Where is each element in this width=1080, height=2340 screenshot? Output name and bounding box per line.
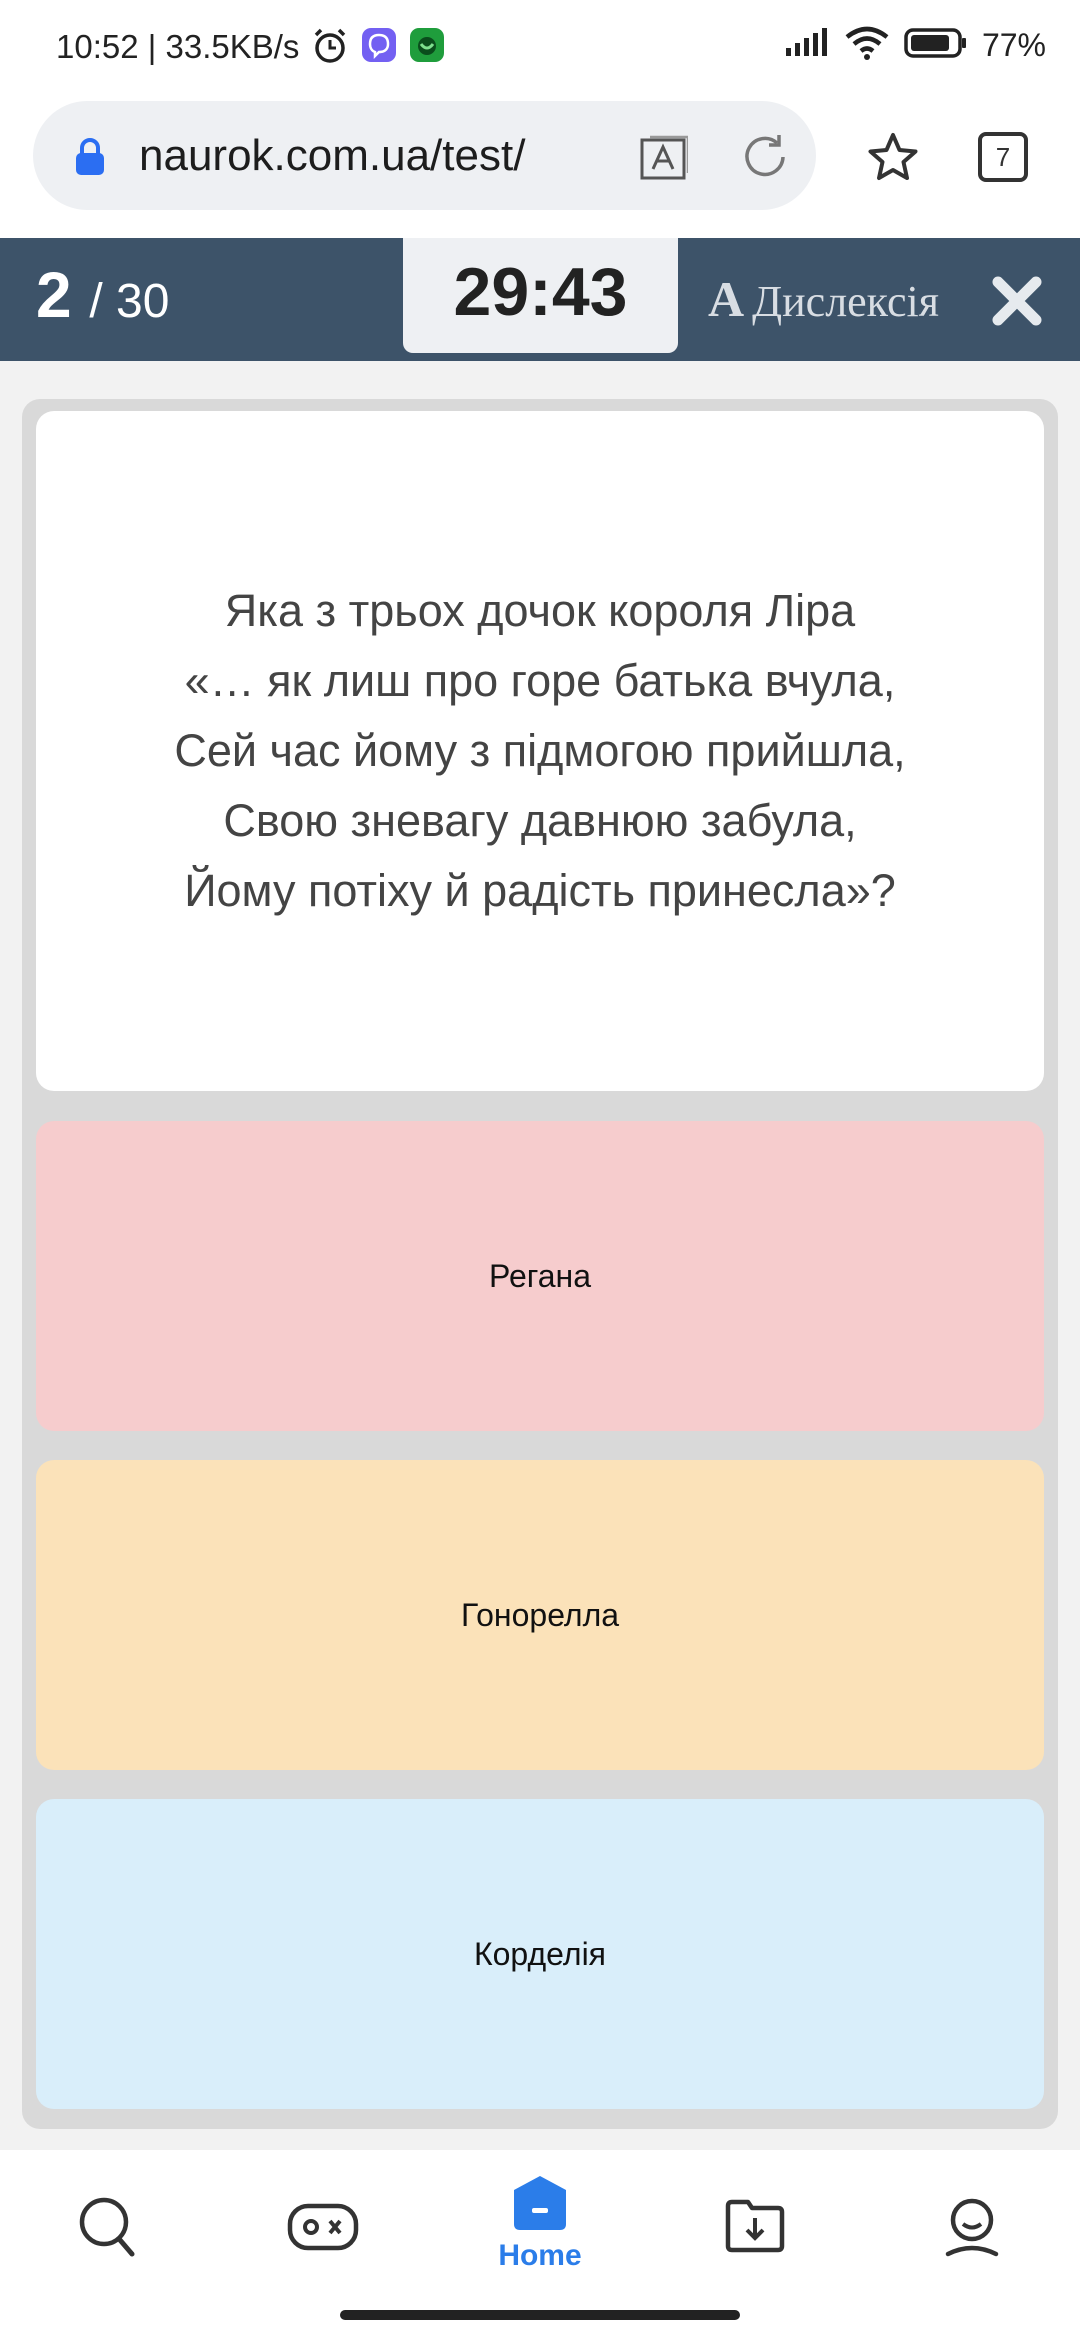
refresh-icon[interactable]: [739, 131, 791, 188]
profile-icon[interactable]: [942, 2196, 1002, 2263]
status-time-speed: 10:52 | 33.5KB/s: [56, 28, 300, 65]
question-line: «… як лиш про горе батька вчула,: [184, 655, 896, 706]
home-label: Home: [498, 2239, 582, 2272]
quiz-header: 2 / 30 29:43 A Дислексія: [0, 238, 1080, 361]
answer-option-kordelia[interactable]: Корделія: [36, 1799, 1044, 2109]
address-bar[interactable]: naurok.com.ua/test/: [33, 101, 816, 210]
home-icon: [510, 2176, 570, 2236]
answer-option-gonorella[interactable]: Гонорелла: [36, 1460, 1044, 1770]
alarm-icon: [310, 26, 350, 71]
dyslexia-toggle[interactable]: A Дислексія: [708, 270, 939, 328]
battery-icon: [904, 27, 968, 64]
close-icon[interactable]: [990, 274, 1044, 333]
answer-option-regana[interactable]: Регана: [36, 1121, 1044, 1431]
question-line: Сей час йому з підмогою прийшла,: [174, 725, 906, 776]
gamepad-icon[interactable]: [286, 2196, 360, 2261]
question-card: Яка з трьох дочок короля Ліра «… як лиш …: [36, 411, 1044, 1091]
question-line: Йому потіху й радість принесла»?: [184, 865, 896, 916]
question-line: Свою зневагу давнюю забула,: [223, 795, 857, 846]
url-text[interactable]: naurok.com.ua/test/: [139, 131, 619, 181]
gesture-home-indicator[interactable]: [340, 2310, 740, 2320]
viber-icon: [360, 26, 398, 71]
question-text: Яка з трьох дочок короля Ліра «… як лиш …: [174, 576, 905, 926]
reader-mode-icon[interactable]: [636, 131, 690, 188]
timer: 29:43: [403, 238, 678, 353]
search-icon[interactable]: [78, 2196, 138, 2265]
folder-download-icon[interactable]: [724, 2196, 786, 2261]
bookmark-star-icon[interactable]: [865, 130, 921, 191]
signal-icon: [784, 28, 830, 63]
app-icon: [408, 26, 446, 71]
home-nav-item[interactable]: Home: [498, 2172, 582, 2273]
total-questions: / 30: [89, 275, 170, 328]
tabs-count-button[interactable]: 7: [978, 132, 1028, 182]
question-line: Яка з трьох дочок короля Ліра: [224, 585, 856, 636]
current-question-number: 2: [36, 259, 72, 331]
answer-label: Гонорелла: [460, 1596, 620, 1633]
wifi-icon: [844, 26, 890, 65]
battery-percent: 77%: [981, 27, 1046, 63]
question-counter: 2 / 30: [36, 258, 169, 332]
status-bar: 10:52 | 33.5KB/s 77%: [0, 0, 1080, 95]
browser-toolbar: naurok.com.ua/test/ 7: [0, 95, 1080, 238]
dyslexia-label: Дислексія: [752, 277, 939, 326]
answer-label: Корделія: [473, 1935, 606, 1972]
lock-icon: [73, 137, 107, 182]
quiz-content: Яка з трьох дочок короля Ліра «… як лиш …: [0, 361, 1080, 2150]
dyslexia-letter-icon: A: [708, 271, 745, 327]
answer-label: Регана: [489, 1257, 591, 1294]
